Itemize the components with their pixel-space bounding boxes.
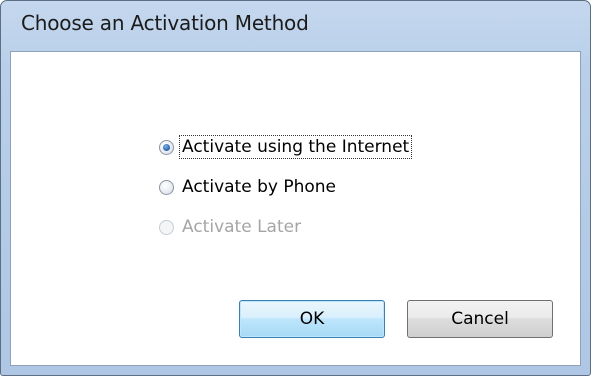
option-label-phone[interactable]: Activate by Phone bbox=[180, 176, 338, 198]
radio-button-checked-icon[interactable] bbox=[159, 139, 174, 155]
title-bar[interactable]: Choose an Activation Method bbox=[1, 1, 590, 51]
radio-button-disabled-icon bbox=[159, 219, 174, 235]
option-activate-internet[interactable]: Activate using the Internet bbox=[159, 134, 413, 160]
option-label-internet[interactable]: Activate using the Internet bbox=[178, 135, 413, 159]
dialog-content: Activate using the Internet Activate by … bbox=[10, 51, 581, 366]
cancel-button[interactable]: Cancel bbox=[407, 300, 553, 338]
dialog-title: Choose an Activation Method bbox=[21, 11, 309, 35]
activation-dialog: Choose an Activation Method Activate usi… bbox=[0, 0, 591, 376]
radio-button-icon[interactable] bbox=[159, 179, 174, 195]
ok-button[interactable]: OK bbox=[239, 300, 385, 338]
option-activate-later: Activate Later bbox=[159, 214, 303, 240]
option-label-later: Activate Later bbox=[182, 217, 302, 237]
option-activate-phone[interactable]: Activate by Phone bbox=[159, 174, 338, 200]
